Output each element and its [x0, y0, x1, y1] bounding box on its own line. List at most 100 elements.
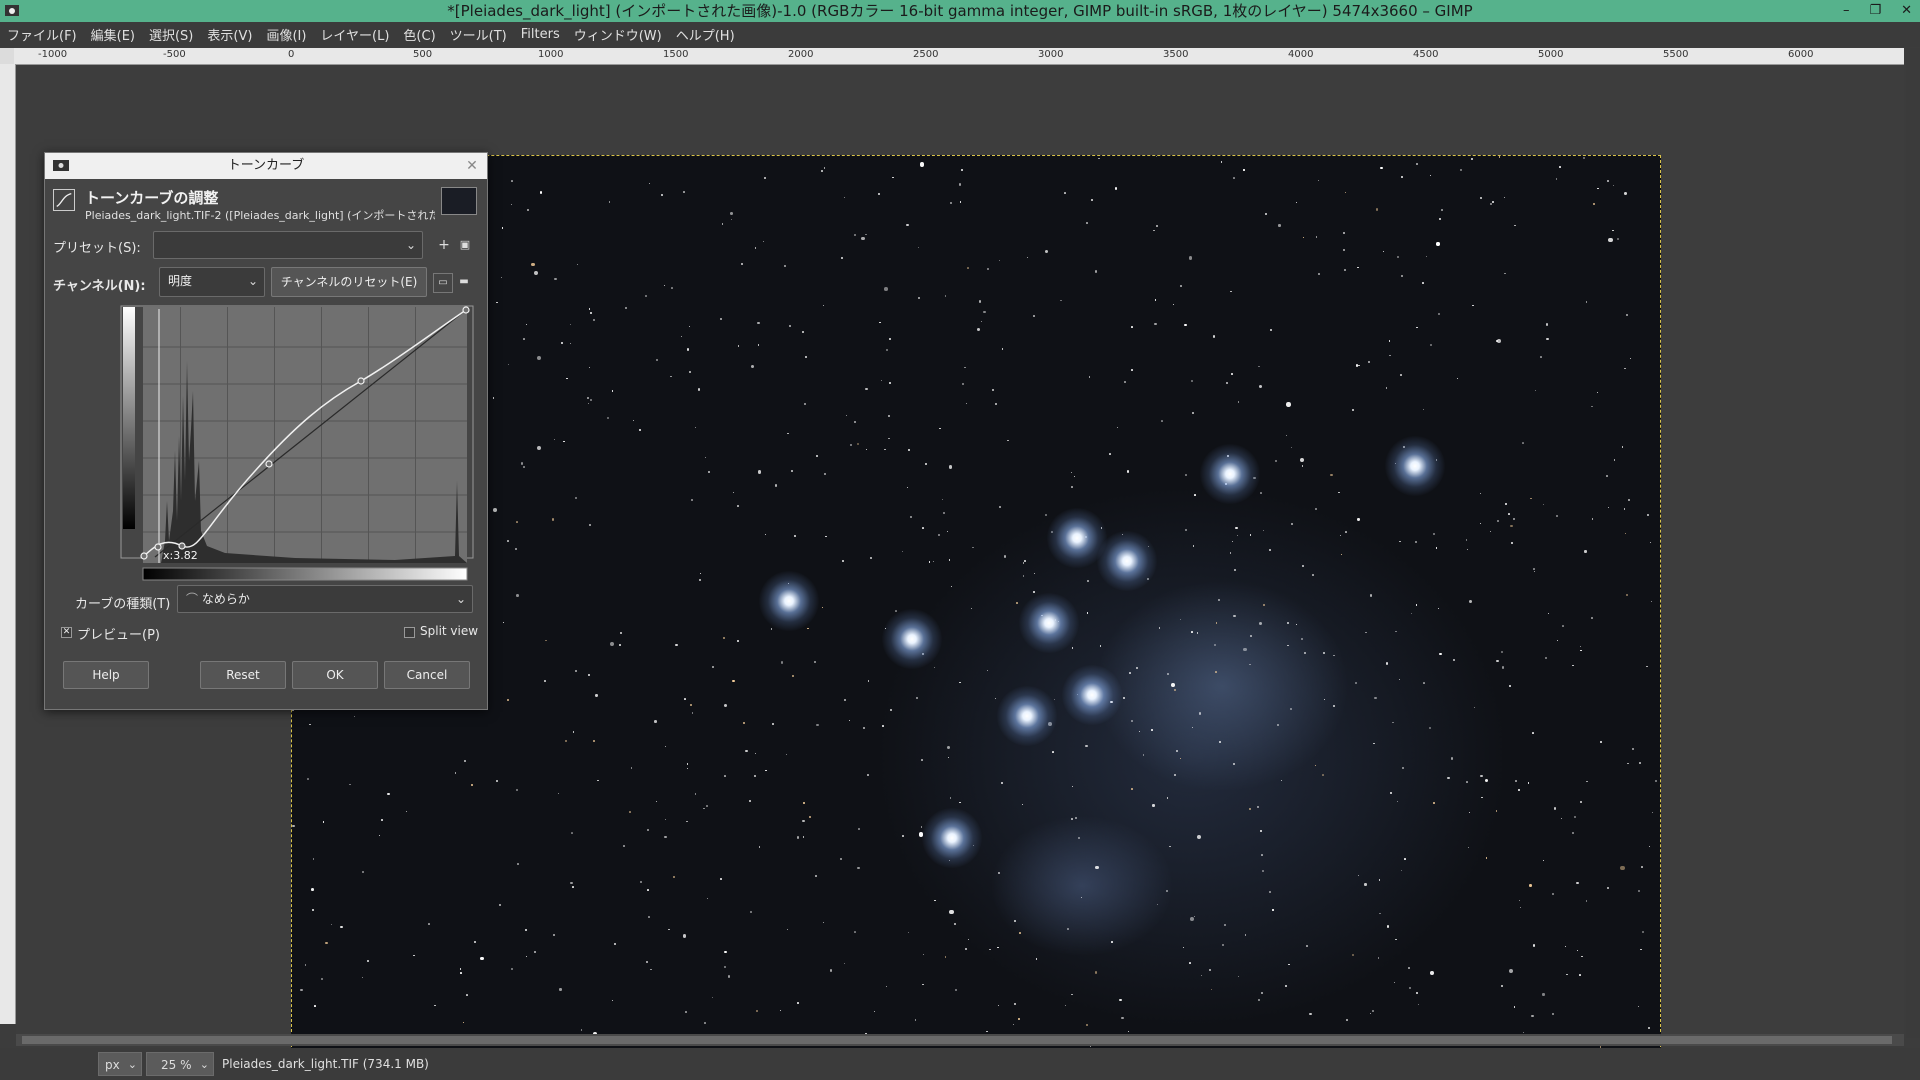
ruler-tick-label: -500 — [163, 49, 186, 60]
preset-label: プリセット(S): — [53, 241, 141, 256]
reset-button[interactable]: Reset — [200, 661, 286, 689]
close-window-button[interactable]: ✕ — [1901, 0, 1912, 22]
menu-colors[interactable]: 色(C) — [396, 25, 442, 44]
ok-button[interactable]: OK — [292, 661, 378, 689]
gimp-dialog-icon — [53, 160, 69, 171]
curve-type-combo[interactable]: ⌒ なめらか ⌄ — [177, 585, 473, 613]
chevron-down-icon: ⌄ — [247, 274, 258, 288]
split-view-label[interactable]: Split view — [420, 624, 478, 638]
status-bar: px ⌄ 25 % ⌄ Pleiades_dark_light.TIF (734… — [0, 1048, 1920, 1080]
curve-graph[interactable]: x:3.82 — [95, 301, 481, 563]
bright-star — [1097, 531, 1157, 591]
ruler-tick-label: 0 — [288, 49, 295, 60]
preview-label[interactable]: プレビュー(P) — [77, 624, 160, 643]
menu-windows[interactable]: ウィンドウ(W) — [567, 25, 669, 44]
bright-star — [997, 686, 1057, 746]
menu-select[interactable]: 選択(S) — [142, 25, 200, 44]
ruler-tick-label: 3500 — [1163, 49, 1189, 60]
curve-point[interactable] — [140, 552, 148, 560]
bright-star — [882, 609, 942, 669]
channel-value: 明度 — [168, 274, 193, 288]
bright-star — [922, 808, 982, 868]
smooth-curve-icon: ⌒ — [186, 592, 202, 606]
restore-button[interactable]: ❐ — [1869, 0, 1881, 22]
zoom-selector[interactable]: 25 % ⌄ — [146, 1052, 214, 1076]
ruler-tick-label: 5500 — [1663, 49, 1689, 60]
dialog-subtitle: Pleiades_dark_light.TIF-2 ([Pleiades_dar… — [85, 209, 435, 222]
linear-histogram-icon[interactable]: ▭ — [433, 273, 453, 293]
zoom-value: 25 % — [161, 1058, 192, 1072]
ruler-tick-label: 1500 — [663, 49, 689, 60]
dialog-title-bar[interactable]: トーンカーブ ✕ — [45, 153, 487, 179]
curves-icon — [53, 189, 75, 211]
curve-point[interactable] — [357, 377, 365, 385]
vertical-ruler[interactable] — [0, 64, 16, 1024]
menu-tools[interactable]: ツール(T) — [443, 25, 514, 44]
channel-label: チャンネル(N): — [53, 279, 146, 294]
log-histogram-icon[interactable]: ▬ — [455, 273, 473, 291]
chevron-down-icon: ⌄ — [127, 1058, 137, 1071]
ruler-tick-label: 1000 — [538, 49, 564, 60]
ruler-tick-label: 3000 — [1038, 49, 1064, 60]
dialog-close-button[interactable]: ✕ — [461, 156, 483, 176]
chevron-down-icon: ⌄ — [455, 592, 466, 606]
bright-star — [759, 571, 819, 631]
ruler-tick-label: 5000 — [1538, 49, 1564, 60]
menu-image[interactable]: 画像(I) — [259, 25, 313, 44]
horizontal-ruler[interactable]: -1000 -500 0 500 1000 1500 2000 2500 3000 3500 400… — [14, 48, 1904, 65]
pleiades-image[interactable] — [291, 155, 1661, 1072]
dialog-heading: トーンカーブの調整 — [85, 189, 219, 207]
curves-dialog: トーンカーブ ✕ トーンカーブの調整 Pleiades_dark_light.T… — [44, 152, 488, 710]
ruler-tick-label: 2500 — [913, 49, 939, 60]
menu-layer[interactable]: レイヤー(L) — [313, 25, 396, 44]
image-thumbnail — [441, 187, 477, 215]
curve-point[interactable] — [462, 306, 470, 314]
curve-point[interactable] — [265, 460, 273, 468]
dialog-title: トーンカーブ — [227, 158, 305, 173]
ruler-tick-label: 4000 — [1288, 49, 1314, 60]
preset-menu-icon[interactable]: ▣ — [456, 236, 474, 254]
window-title: *[Pleiades_dark_light] (インポートされた画像)-1.0 … — [447, 2, 1473, 20]
menu-filters[interactable]: Filters — [514, 27, 567, 42]
menu-file[interactable]: ファイル(F) — [0, 25, 84, 44]
menu-bar: ファイル(F) 編集(E) 選択(S) 表示(V) 画像(I) レイヤー(L) … — [0, 22, 1920, 47]
split-view-checkbox[interactable] — [404, 627, 415, 638]
bright-star — [1200, 444, 1260, 504]
input-gradient-bar — [142, 567, 468, 581]
ruler-tick-label: -1000 — [38, 49, 68, 60]
add-preset-icon[interactable]: + — [435, 236, 453, 254]
preset-combo[interactable]: ⌄ — [153, 231, 423, 259]
chevron-down-icon: ⌄ — [405, 238, 416, 252]
bright-star — [1019, 593, 1079, 653]
ruler-tick-label: 4500 — [1413, 49, 1439, 60]
menu-view[interactable]: 表示(V) — [200, 25, 259, 44]
ruler-tick-label: 6000 — [1788, 49, 1814, 60]
unit-selector[interactable]: px ⌄ — [98, 1052, 142, 1076]
cancel-button[interactable]: Cancel — [384, 661, 470, 689]
reset-channel-button[interactable]: チャンネルのリセット(E) — [271, 267, 427, 297]
curve-type-label: カーブの種類(T) — [75, 597, 171, 612]
file-info: Pleiades_dark_light.TIF (734.1 MB) — [222, 1057, 429, 1071]
bright-star — [1385, 436, 1445, 496]
ruler-tick-label: 2000 — [788, 49, 814, 60]
dialog-header: トーンカーブの調整 Pleiades_dark_light.TIF-2 ([Pl… — [53, 185, 479, 225]
navigation-strip — [1906, 48, 1920, 1038]
curve-point[interactable] — [154, 543, 162, 551]
chevron-down-icon: ⌄ — [199, 1058, 209, 1071]
bright-star — [1062, 665, 1122, 725]
minimize-button[interactable]: – — [1843, 0, 1850, 22]
ruler-corner[interactable] — [0, 48, 14, 64]
ruler-tick-label: 500 — [413, 49, 433, 60]
value-gradient-bar — [123, 307, 135, 529]
scrollbar-thumb[interactable] — [22, 1036, 1892, 1044]
horizontal-scrollbar[interactable] — [16, 1034, 1904, 1046]
cursor-readout: x:3.82 — [163, 549, 198, 562]
preview-checkbox[interactable]: ✕ — [61, 627, 72, 638]
menu-help[interactable]: ヘルプ(H) — [669, 25, 742, 44]
help-button[interactable]: Help — [63, 661, 149, 689]
title-bar: *[Pleiades_dark_light] (インポートされた画像)-1.0 … — [0, 0, 1920, 22]
gimp-app-icon — [5, 5, 19, 16]
menu-edit[interactable]: 編集(E) — [84, 25, 142, 44]
channel-combo[interactable]: 明度 ⌄ — [159, 267, 265, 297]
curve-type-value: なめらか — [201, 592, 250, 606]
